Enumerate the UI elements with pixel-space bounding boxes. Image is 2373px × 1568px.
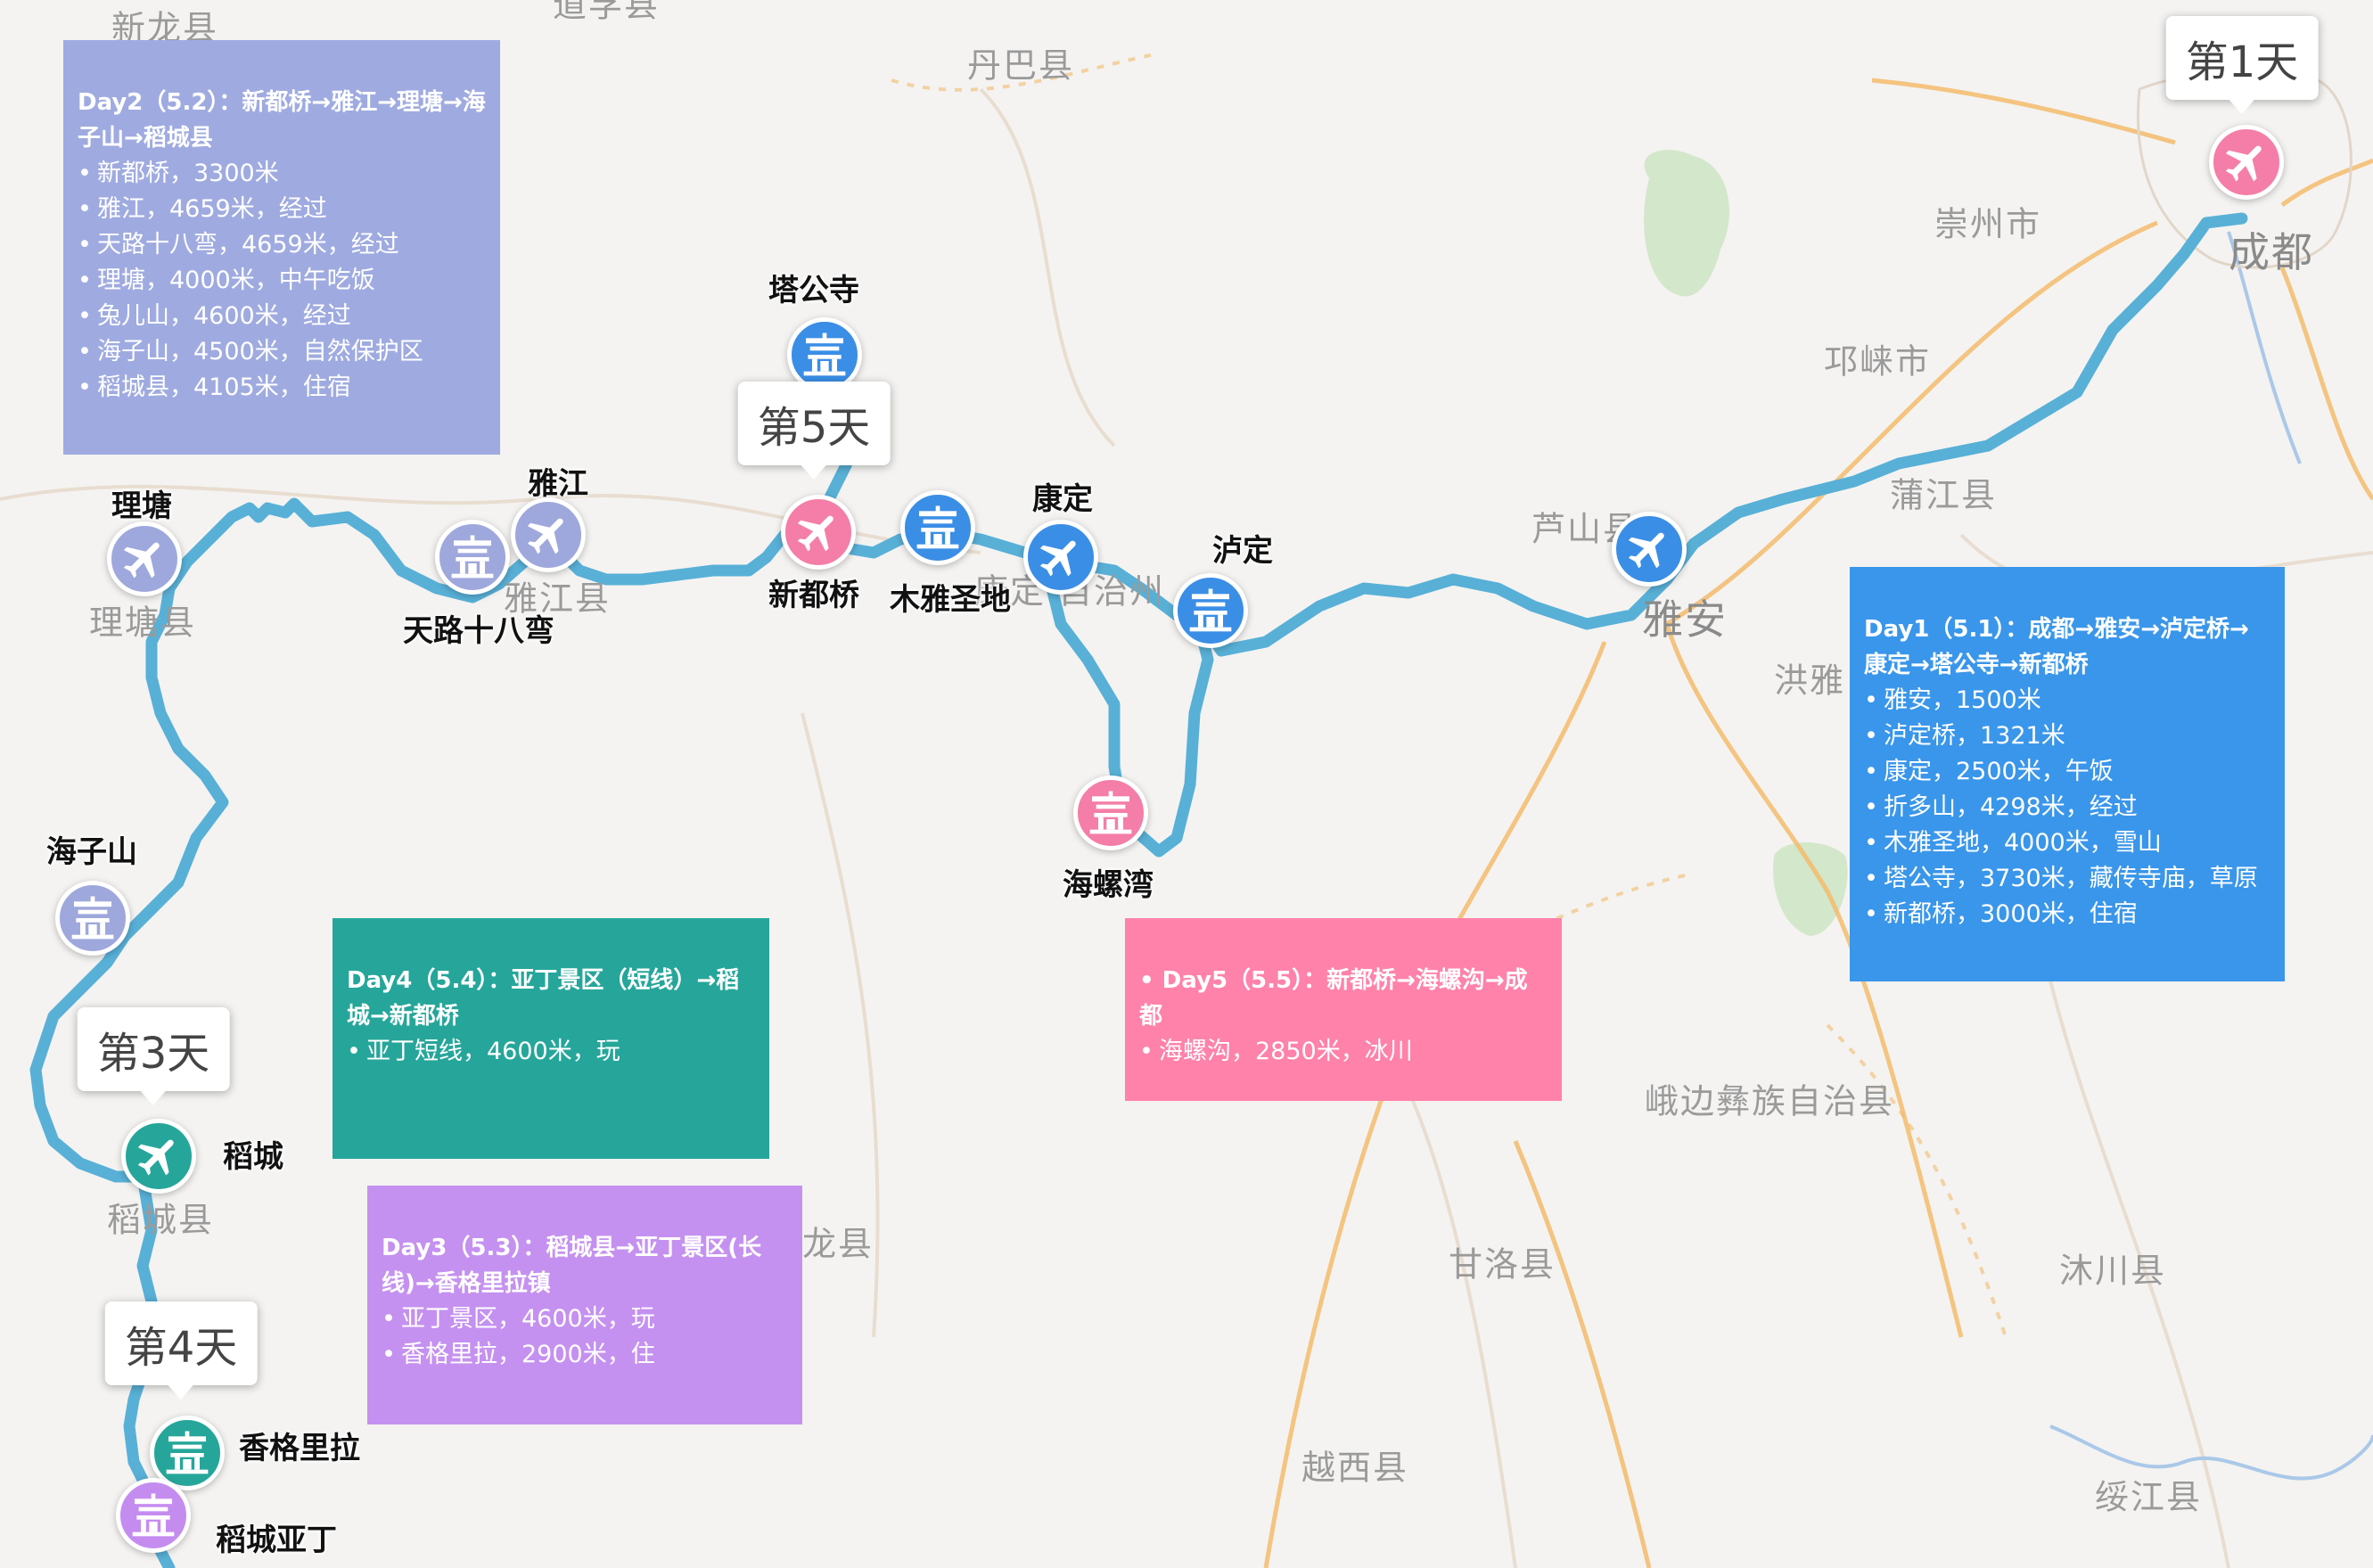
airplane-icon: [134, 1131, 184, 1181]
airplane-icon: [1624, 524, 1674, 574]
marker-label-yajiang: 雅江: [528, 466, 588, 502]
day-tag: 第3天: [77, 1007, 230, 1105]
place-name: 崇州市: [1934, 204, 2042, 244]
itinerary-stop: 理塘，4000米，中午吃饭: [78, 263, 486, 299]
itinerary-stop: 海子山，4500米，自然保护区: [78, 334, 486, 370]
marker-kangding[interactable]: [1023, 520, 1098, 595]
temple-icon: [68, 893, 118, 943]
itinerary-card-day1: Day1（5.1）：成都→雅安→泸定桥→康定→塔公寺→新都桥雅安，1500米泸定…: [1850, 567, 2285, 981]
itinerary-stop: 雅江，4659米，经过: [78, 192, 486, 227]
itinerary-stop: 泸定桥，1321米: [1864, 718, 2270, 754]
place-name: 成都: [2229, 228, 2314, 276]
marker-daocheng[interactable]: [121, 1119, 196, 1194]
itinerary-stop: 折多山，4298米，经过: [1864, 790, 2270, 825]
marker-label-kangding: 康定: [1032, 481, 1093, 517]
marker-tianlu[interactable]: [435, 520, 510, 595]
place-name: 越西县: [1301, 1448, 1409, 1488]
day-tag: 第5天: [737, 382, 891, 480]
marker-yaan[interactable]: [1612, 512, 1687, 587]
day-tag: 第1天: [2165, 16, 2319, 114]
marker-label-muya: 木雅圣地: [890, 582, 1011, 618]
marker-label-tianlu: 天路十八弯: [403, 613, 554, 649]
airplane-icon: [1036, 532, 1086, 582]
temple-icon: [1086, 788, 1136, 838]
temple-icon: [128, 1490, 178, 1540]
itinerary-stop-list: 亚丁景区，4600米，玩香格里拉，2900米，住: [382, 1301, 788, 1373]
itinerary-stop: 雅安，1500米: [1864, 683, 2270, 718]
marker-luding[interactable]: [1173, 573, 1248, 648]
itinerary-card-title: • Day5（5.5）：新都桥→海螺沟→成都: [1139, 967, 1528, 1030]
marker-haizishan[interactable]: [55, 881, 130, 956]
marker-label-xinduqiao: 新都桥: [768, 578, 859, 613]
temple-icon: [162, 1428, 212, 1478]
temple-icon: [1186, 586, 1236, 636]
itinerary-card-title: Day3（5.3）：稻城县→亚丁景区(长线)→香格里拉镇: [382, 1235, 762, 1297]
temple-icon: [913, 503, 963, 553]
itinerary-stop: 塔公寺，3730米，藏传寺庙，草原: [1864, 861, 2270, 897]
marker-label-luding: 泸定: [1212, 533, 1273, 569]
marker-yading[interactable]: [116, 1478, 191, 1553]
itinerary-stop: 稻城县，4105米，住宿: [78, 370, 486, 406]
itinerary-stop: 香格里拉，2900米，住: [382, 1337, 788, 1373]
itinerary-stop: 新都桥，3300米: [78, 156, 486, 192]
place-name: 洪雅: [1773, 661, 1846, 701]
place-name: 雅安: [1642, 595, 1728, 644]
marker-label-litang: 理塘: [111, 488, 172, 524]
marker-label-haizishan: 海子山: [46, 834, 137, 870]
marker-yajiang[interactable]: [511, 497, 586, 572]
airplane-icon: [793, 507, 843, 557]
itinerary-stop: 新都桥，3000米，住宿: [1864, 897, 2270, 932]
itinerary-card-day5: • Day5（5.5）：新都桥→海螺沟→成都海螺沟，2850米，冰川: [1125, 918, 1562, 1101]
itinerary-card-title: Day2（5.2）：新都桥→雅江→理塘→海子山→稻城县: [78, 89, 486, 152]
marker-litang[interactable]: [107, 521, 182, 596]
airplane-icon: [119, 534, 169, 584]
itinerary-stop: 亚丁短线，4600米，玩: [347, 1034, 755, 1070]
itinerary-stop: 天路十八弯，4659米，经过: [78, 227, 486, 263]
itinerary-stop-list: 雅安，1500米泸定桥，1321米康定，2500米，午饭折多山，4298米，经过…: [1864, 683, 2270, 932]
marker-label-daocheng: 稻城: [223, 1139, 283, 1175]
temple-icon: [800, 330, 850, 380]
temple-icon: [448, 532, 497, 582]
place-name: 理塘县: [88, 603, 197, 643]
marker-xinduqiao[interactable]: [781, 495, 856, 570]
itinerary-stop: 康定，2500米，午饭: [1864, 754, 2270, 790]
itinerary-card-day4: Day4（5.4）：亚丁景区（短线）→稻城→新都桥亚丁短线，4600米，玩: [333, 918, 769, 1159]
itinerary-stop-list: 新都桥，3300米雅江，4659米，经过天路十八弯，4659米，经过理塘，400…: [78, 156, 486, 406]
place-name: 甘洛县: [1448, 1244, 1556, 1285]
airplane-icon: [2221, 137, 2271, 187]
marker-muya[interactable]: [900, 490, 975, 565]
place-name: 绥江县: [2094, 1477, 2203, 1517]
place-name: 邛崃市: [1823, 341, 1932, 382]
place-name: 稻城县: [106, 1200, 215, 1240]
itinerary-stop: 海螺沟，2850米，冰川: [1139, 1034, 1548, 1070]
itinerary-card-title: Day4（5.4）：亚丁景区（短线）→稻城→新都桥: [347, 967, 740, 1030]
place-name: 沐川县: [2058, 1251, 2167, 1291]
itinerary-card-day3: Day3（5.3）：稻城县→亚丁景区(长线)→香格里拉镇亚丁景区，4600米，玩…: [367, 1186, 802, 1424]
place-name: 道孚县: [552, 0, 661, 25]
place-name: 丹巴县: [966, 45, 1075, 86]
itinerary-stop: 兔儿山，4600米，经过: [78, 299, 486, 334]
day-tag: 第4天: [104, 1301, 258, 1400]
itinerary-stop-list: 亚丁短线，4600米，玩: [347, 1034, 755, 1070]
marker-hailuowan[interactable]: [1073, 776, 1148, 850]
airplane-icon: [523, 510, 573, 560]
itinerary-stop: 亚丁景区，4600米，玩: [382, 1301, 788, 1337]
marker-label-xianggelila: 香格里拉: [239, 1431, 360, 1466]
itinerary-stop-list: 海螺沟，2850米，冰川: [1139, 1034, 1548, 1070]
marker-label-yading: 稻城亚丁: [216, 1523, 337, 1558]
itinerary-card-day2: Day2（5.2）：新都桥→雅江→理塘→海子山→稻城县新都桥，3300米雅江，4…: [63, 40, 500, 455]
marker-chengdu[interactable]: [2209, 125, 2284, 200]
itinerary-card-title: Day1（5.1）：成都→雅安→泸定桥→康定→塔公寺→新都桥: [1864, 616, 2249, 678]
marker-label-hailuowan: 海螺湾: [1063, 867, 1154, 903]
itinerary-stop: 木雅圣地，4000米，雪山: [1864, 825, 2270, 861]
place-name: 蒲江县: [1889, 475, 1998, 515]
marker-label-tagong: 塔公寺: [768, 273, 859, 308]
place-name: 峨边彝族自治县: [1644, 1081, 1895, 1121]
